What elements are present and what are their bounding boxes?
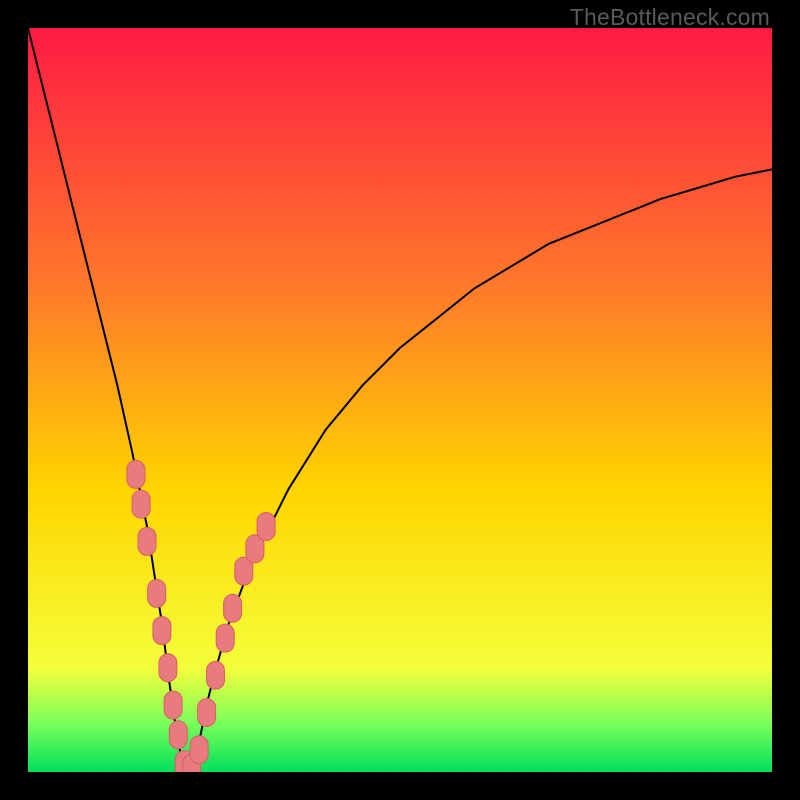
curve-marker — [190, 736, 208, 764]
curve-marker — [159, 654, 177, 682]
curve-marker — [148, 579, 166, 607]
curve-marker — [224, 594, 242, 622]
curve-marker — [138, 527, 156, 555]
curve-marker — [132, 490, 150, 518]
gradient-background — [28, 28, 772, 772]
watermark-text: TheBottleneck.com — [570, 4, 770, 31]
curve-marker — [169, 721, 187, 749]
curve-marker — [207, 661, 225, 689]
curve-marker — [216, 624, 234, 652]
curve-marker — [164, 691, 182, 719]
bottleneck-chart — [28, 28, 772, 772]
plot-frame — [28, 28, 772, 772]
curve-marker — [198, 699, 216, 727]
curve-marker — [127, 460, 145, 488]
curve-marker — [153, 617, 171, 645]
curve-marker — [257, 513, 275, 541]
